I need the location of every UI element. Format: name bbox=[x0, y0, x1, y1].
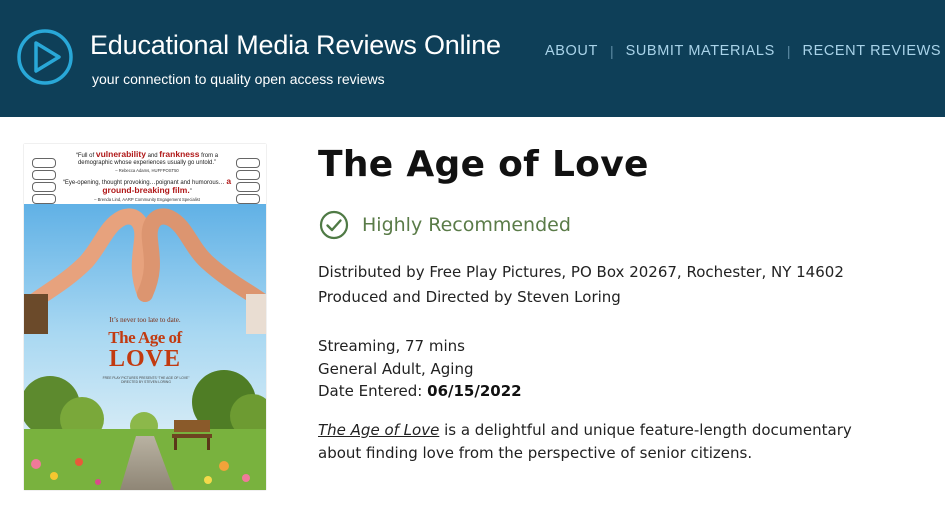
date-value: 06/15/2022 bbox=[427, 382, 522, 400]
site-header: Educational Media Reviews Online your co… bbox=[0, 0, 945, 117]
rating-label: Highly Recommended bbox=[362, 214, 571, 236]
poster-tagline: It’s never too late to date. bbox=[109, 316, 181, 324]
main-nav: ABOUT | SUBMIT MATERIALS | RECENT REVIEW… bbox=[545, 43, 941, 59]
date-label: Date Entered: bbox=[318, 382, 423, 400]
laurel-icon bbox=[32, 158, 56, 168]
laurel-icon bbox=[236, 170, 260, 180]
site-tagline: your connection to quality open access r… bbox=[92, 71, 385, 87]
nav-about[interactable]: ABOUT bbox=[545, 43, 598, 59]
laurel-icon bbox=[236, 182, 260, 192]
film-title-link[interactable]: The Age of Love bbox=[318, 421, 439, 439]
nav-submit-materials[interactable]: SUBMIT MATERIALS bbox=[626, 43, 775, 59]
nav-separator: | bbox=[786, 43, 791, 59]
poster-title: LOVE bbox=[108, 346, 181, 372]
poster-title: The Age of bbox=[108, 328, 182, 347]
laurel-icon bbox=[32, 170, 56, 180]
movie-poster: “Full of vulnerability and frankness fro… bbox=[24, 144, 266, 490]
laurel-icon bbox=[236, 158, 260, 168]
poster-quote: “Eye-opening, thought provoking…poignant… bbox=[62, 176, 232, 202]
site-title[interactable]: Educational Media Reviews Online bbox=[90, 30, 501, 61]
laurel-icon bbox=[236, 194, 260, 204]
audience-info: General Adult, Aging bbox=[318, 360, 474, 378]
nav-separator: | bbox=[609, 43, 614, 59]
laurel-icon bbox=[32, 194, 56, 204]
review-description: The Age of Love is a delightful and uniq… bbox=[318, 421, 852, 462]
play-circle-icon[interactable] bbox=[16, 28, 74, 86]
check-circle-icon bbox=[319, 210, 349, 240]
date-entered: Date Entered: 06/15/2022 bbox=[318, 382, 522, 400]
poster-quote: “Full of vulnerability and frankness fro… bbox=[75, 149, 219, 173]
poster-credits: FREE PLAY PICTURES PRESENTS “THE AGE OF … bbox=[102, 376, 190, 385]
distributor-info: Distributed by Free Play Pictures, PO Bo… bbox=[318, 263, 844, 281]
page-title: The Age of Love bbox=[318, 144, 649, 185]
nav-recent-reviews[interactable]: RECENT REVIEWS bbox=[803, 43, 942, 59]
format-info: Streaming, 77 mins bbox=[318, 337, 465, 355]
producer-info: Produced and Directed by Steven Loring bbox=[318, 288, 621, 306]
laurel-icon bbox=[32, 182, 56, 192]
